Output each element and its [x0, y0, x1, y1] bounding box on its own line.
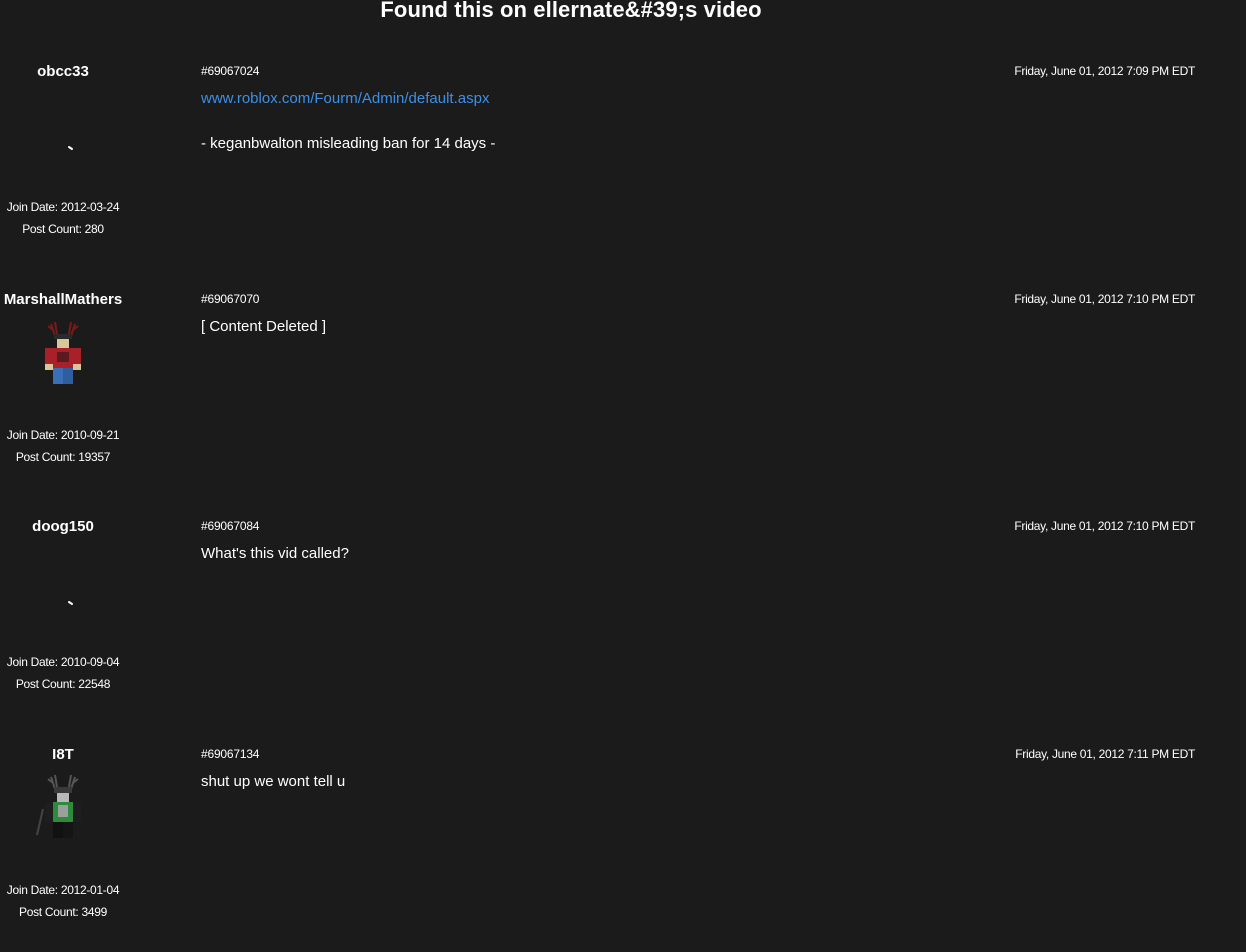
thread-title: Found this on ellernate&#39;s video	[380, 0, 762, 22]
line-break	[201, 110, 495, 133]
forum-thread-page: Found this on ellernate&#39;s video obcc…	[0, 0, 1246, 952]
join-date: Join Date: 2010-09-21	[6, 428, 120, 442]
post-count: Post Count: 3499	[19, 905, 107, 919]
post-url-link[interactable]: www.roblox.com/Fourm/Admin/default.aspx	[201, 88, 495, 110]
join-date: Join Date: 2010-09-04	[6, 655, 120, 669]
post-count: Post Count: 22548	[15, 677, 111, 691]
forum-post: doog150 Join Date: 2010-09-04 Post Count…	[0, 518, 1246, 747]
post-date: Friday, June 01, 2012 7:10 PM EDT	[1014, 292, 1195, 306]
antlered-robloxian-green-shirt-avatar-icon[interactable]	[33, 769, 93, 849]
post-body: www.roblox.com/Fourm/Admin/default.aspx …	[201, 88, 495, 155]
post-count: Post Count: 280	[22, 222, 104, 236]
join-date: Join Date: 2012-01-04	[6, 883, 120, 897]
blank-avatar-icon[interactable]	[33, 541, 93, 621]
post-date: Friday, June 01, 2012 7:10 PM EDT	[1014, 519, 1195, 533]
post-date: Friday, June 01, 2012 7:11 PM EDT	[1015, 747, 1195, 761]
forum-post: obcc33 Join Date: 2012-03-24 Post Count:…	[0, 63, 1246, 292]
post-id-link[interactable]: #69067084	[201, 519, 259, 533]
post-id-link[interactable]: #69067134	[201, 747, 259, 761]
post-text: shut up we wont tell u	[201, 773, 346, 790]
post-body: shut up we wont tell u	[201, 771, 345, 793]
forum-post: MarshallMathers Join Date: 2010-09-21 Po…	[0, 291, 1246, 520]
post-body: What's this vid called?	[201, 543, 349, 565]
author-username[interactable]: obcc33	[0, 63, 126, 80]
join-date: Join Date: 2012-03-24	[6, 200, 120, 214]
post-text: - keganbwalton misleading ban for 14 day…	[201, 135, 496, 152]
post-id-link[interactable]: #69067070	[201, 292, 259, 306]
post-id-link[interactable]: #69067024	[201, 64, 259, 78]
antlered-robloxian-red-shirt-avatar-icon[interactable]	[33, 314, 93, 394]
author-username[interactable]: doog150	[0, 518, 126, 535]
post-text: What's this vid called?	[201, 545, 349, 562]
forum-post: I8T Join Date: 2012-01-04 Post Count: 34…	[0, 746, 1246, 952]
post-date: Friday, June 01, 2012 7:09 PM EDT	[1014, 64, 1195, 78]
post-body: [ Content Deleted ]	[201, 316, 326, 338]
post-count: Post Count: 19357	[15, 450, 111, 464]
author-username[interactable]: MarshallMathers	[0, 291, 126, 308]
post-text: [ Content Deleted ]	[201, 318, 327, 335]
author-username[interactable]: I8T	[0, 746, 126, 763]
blank-avatar-icon[interactable]	[33, 86, 93, 166]
